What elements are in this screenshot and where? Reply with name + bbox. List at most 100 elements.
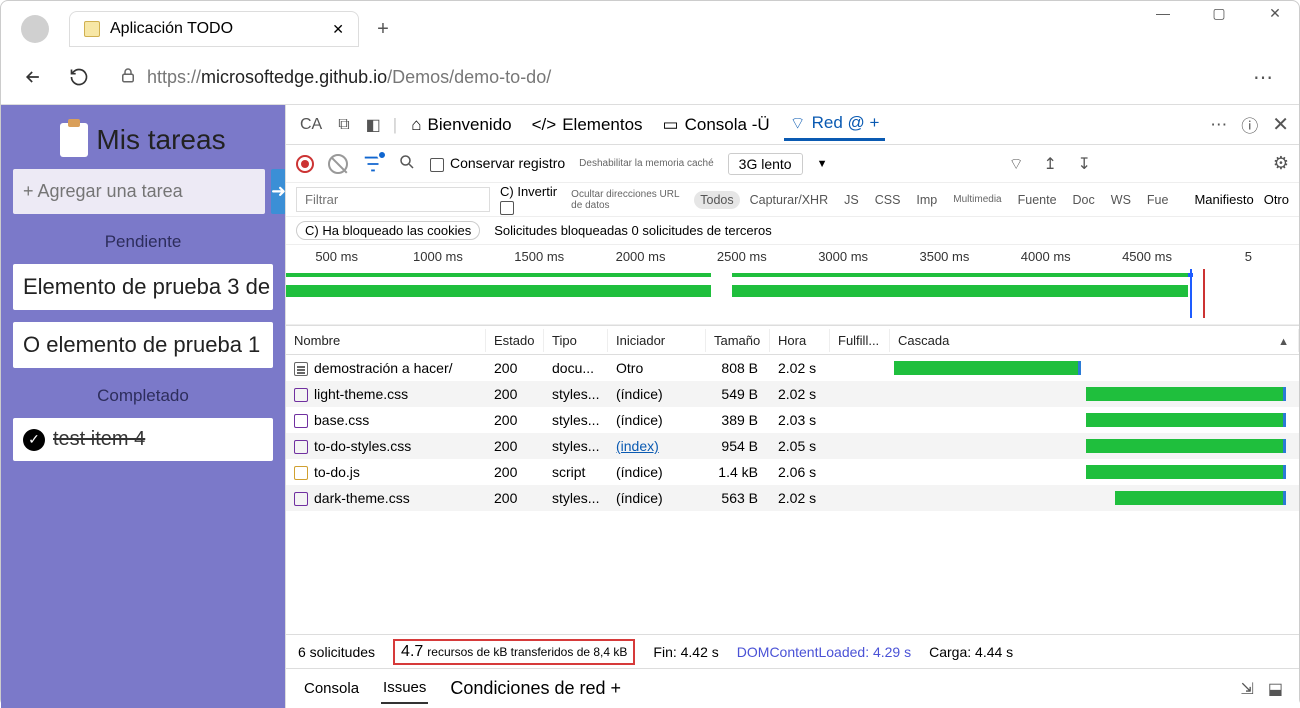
- add-task-input[interactable]: [13, 169, 265, 214]
- devtools-close-button[interactable]: ✕: [1272, 112, 1289, 137]
- table-row[interactable]: light-theme.css200styles...(índice)549 B…: [286, 381, 1299, 407]
- browser-menu-button[interactable]: ⋯: [1245, 65, 1281, 90]
- chip-all[interactable]: Todos: [694, 191, 739, 209]
- pending-heading: Pendiente: [13, 232, 273, 252]
- col-initiator: Iniciador: [608, 329, 706, 352]
- chip-js[interactable]: JS: [838, 191, 865, 209]
- chip-other[interactable]: Otro: [1264, 192, 1289, 207]
- col-waterfall: Cascada: [890, 329, 1299, 352]
- window-maximize-button[interactable]: ▢: [1203, 5, 1235, 22]
- file-type-icon: [294, 440, 308, 454]
- tab-network[interactable]: ⌔Red @ +: [784, 109, 886, 141]
- lock-icon: [119, 66, 137, 89]
- chip-img[interactable]: Imp: [910, 191, 943, 209]
- file-type-icon: [294, 388, 308, 402]
- network-conditions-icon[interactable]: ⌔: [1006, 154, 1026, 174]
- devtools-panel: CA ⧉ ◧ | ⌂Bienvenido </>Elementos ▭Conso…: [285, 105, 1299, 708]
- network-toolbar: Conservar registro Deshabilitar la memor…: [286, 145, 1299, 183]
- table-row[interactable]: dark-theme.css200styles...(índice)563 B2…: [286, 485, 1299, 511]
- chevron-down-icon[interactable]: ▼: [817, 158, 828, 170]
- col-fulfill: Fulfill...: [830, 329, 890, 352]
- file-type-icon: [294, 362, 308, 376]
- col-time: Hora: [770, 329, 830, 352]
- table-header[interactable]: Nombre Estado Tipo Iniciador Tamaño Hora…: [286, 325, 1299, 355]
- browser-tab[interactable]: Aplicación TODO ✕: [69, 11, 359, 47]
- tab-console[interactable]: ▭Consola -Ü: [657, 111, 776, 139]
- preserve-log-checkbox[interactable]: Conservar registro: [430, 155, 565, 171]
- window-close-button[interactable]: ✕: [1259, 5, 1291, 22]
- add-task-button[interactable]: ➜: [271, 169, 286, 214]
- drawer-dock-icon[interactable]: ⬓: [1268, 679, 1283, 699]
- blocked-cookies-pill[interactable]: C) Ha bloqueado las cookies: [296, 221, 480, 240]
- filter-active-badge: [377, 150, 387, 160]
- tab-close-button[interactable]: ✕: [332, 21, 344, 38]
- back-button[interactable]: [19, 63, 47, 91]
- clear-button[interactable]: [328, 154, 348, 174]
- tab-elements[interactable]: </>Elementos: [526, 111, 649, 139]
- completed-heading: Completado: [13, 386, 273, 406]
- chip-wasm[interactable]: Fue: [1141, 191, 1175, 209]
- browser-chrome: ― ▢ ✕ Aplicación TODO ✕ + https://micros…: [1, 1, 1299, 105]
- table-row[interactable]: base.css200styles...(índice)389 B2.03 s: [286, 407, 1299, 433]
- hide-data-urls-label[interactable]: Ocultar direcciones URL de datos: [571, 189, 684, 211]
- task-item[interactable]: O elemento de prueba 1: [13, 322, 273, 368]
- drawer-tab-console[interactable]: Consola: [302, 674, 361, 703]
- tab-title: Aplicación TODO: [110, 20, 233, 38]
- refresh-button[interactable]: [65, 63, 93, 91]
- search-icon[interactable]: [398, 153, 416, 174]
- timeline-tick: 3000 ms: [792, 249, 893, 264]
- throttling-select[interactable]: 3G lento: [728, 153, 803, 175]
- export-har-icon[interactable]: ↧: [1074, 154, 1094, 174]
- requests-count: 6 solicitudes: [298, 644, 375, 660]
- window-controls: ― ▢ ✕: [1147, 5, 1291, 22]
- tab-welcome[interactable]: ⌂Bienvenido: [405, 111, 517, 139]
- file-type-icon: [294, 492, 308, 506]
- chip-xhr[interactable]: Capturar/XHR: [744, 191, 835, 209]
- todo-app: Mis tareas ➜ Pendiente Elemento de prueb…: [1, 105, 285, 708]
- chip-font[interactable]: Fuente: [1012, 191, 1063, 209]
- timeline-tick: 5: [1198, 249, 1299, 264]
- more-tools-button[interactable]: ⋯: [1210, 115, 1227, 135]
- inspect-button[interactable]: CA: [296, 116, 326, 134]
- timeline-tick: 4500 ms: [1096, 249, 1197, 264]
- page-title: Mis tareas: [13, 123, 273, 157]
- window-minimize-button[interactable]: ―: [1147, 5, 1179, 22]
- task-item[interactable]: Elemento de prueba 3 de O: [13, 264, 273, 310]
- timeline-tick: 500 ms: [286, 249, 387, 264]
- filter-input[interactable]: [296, 187, 490, 212]
- settings-gear-icon[interactable]: ⚙: [1273, 153, 1289, 174]
- help-icon[interactable]: ⓘ: [1241, 112, 1258, 137]
- url-field[interactable]: https://microsoftedge.github.io/Demos/de…: [111, 66, 1227, 89]
- col-status: Estado: [486, 329, 544, 352]
- chip-css[interactable]: CSS: [869, 191, 907, 209]
- chip-doc[interactable]: Doc: [1067, 191, 1101, 209]
- drawer-tab-network-conditions[interactable]: Condiciones de red +: [448, 672, 623, 705]
- profile-avatar[interactable]: [21, 15, 49, 43]
- import-har-icon[interactable]: ↥: [1040, 154, 1060, 174]
- record-button[interactable]: [296, 155, 314, 173]
- timeline-overview[interactable]: 500 ms1000 ms1500 ms2000 ms2500 ms3000 m…: [286, 245, 1299, 325]
- type-filter-chips: Todos Capturar/XHR JS CSS Imp Multimedia…: [694, 191, 1174, 209]
- timeline-tick: 2500 ms: [691, 249, 792, 264]
- table-row[interactable]: demostración a hacer/200docu...Otro808 B…: [286, 355, 1299, 381]
- drawer-tab-issues[interactable]: Issues: [381, 673, 428, 704]
- task-item-done[interactable]: ✓ test item 4: [13, 418, 273, 461]
- disable-cache-label[interactable]: Deshabilitar la memoria caché: [579, 158, 714, 169]
- device-toggle-icon[interactable]: ⧉: [334, 116, 353, 134]
- new-tab-button[interactable]: +: [367, 13, 399, 45]
- table-row[interactable]: to-do-styles.css200styles...(index)954 B…: [286, 433, 1299, 459]
- filter-toggle-button[interactable]: [362, 153, 384, 175]
- check-icon: ✓: [23, 429, 45, 451]
- chip-ws[interactable]: WS: [1105, 191, 1137, 209]
- invert-checkbox[interactable]: C) Invertir: [500, 184, 561, 215]
- console-icon: ▭: [663, 115, 679, 135]
- chip-media[interactable]: Multimedia: [947, 192, 1007, 207]
- timeline-tick: 4000 ms: [995, 249, 1096, 264]
- timeline-tick: 3500 ms: [894, 249, 995, 264]
- table-row[interactable]: to-do.js200script(índice)1.4 kB2.06 s: [286, 459, 1299, 485]
- dock-icon[interactable]: ◧: [362, 115, 385, 135]
- network-filter-row: C) Invertir Ocultar direcciones URL de d…: [286, 183, 1299, 217]
- wifi-icon: ⌔: [790, 113, 806, 134]
- chip-manifest[interactable]: Manifiesto: [1194, 192, 1253, 207]
- drawer-expand-icon[interactable]: ⇲: [1240, 679, 1253, 699]
